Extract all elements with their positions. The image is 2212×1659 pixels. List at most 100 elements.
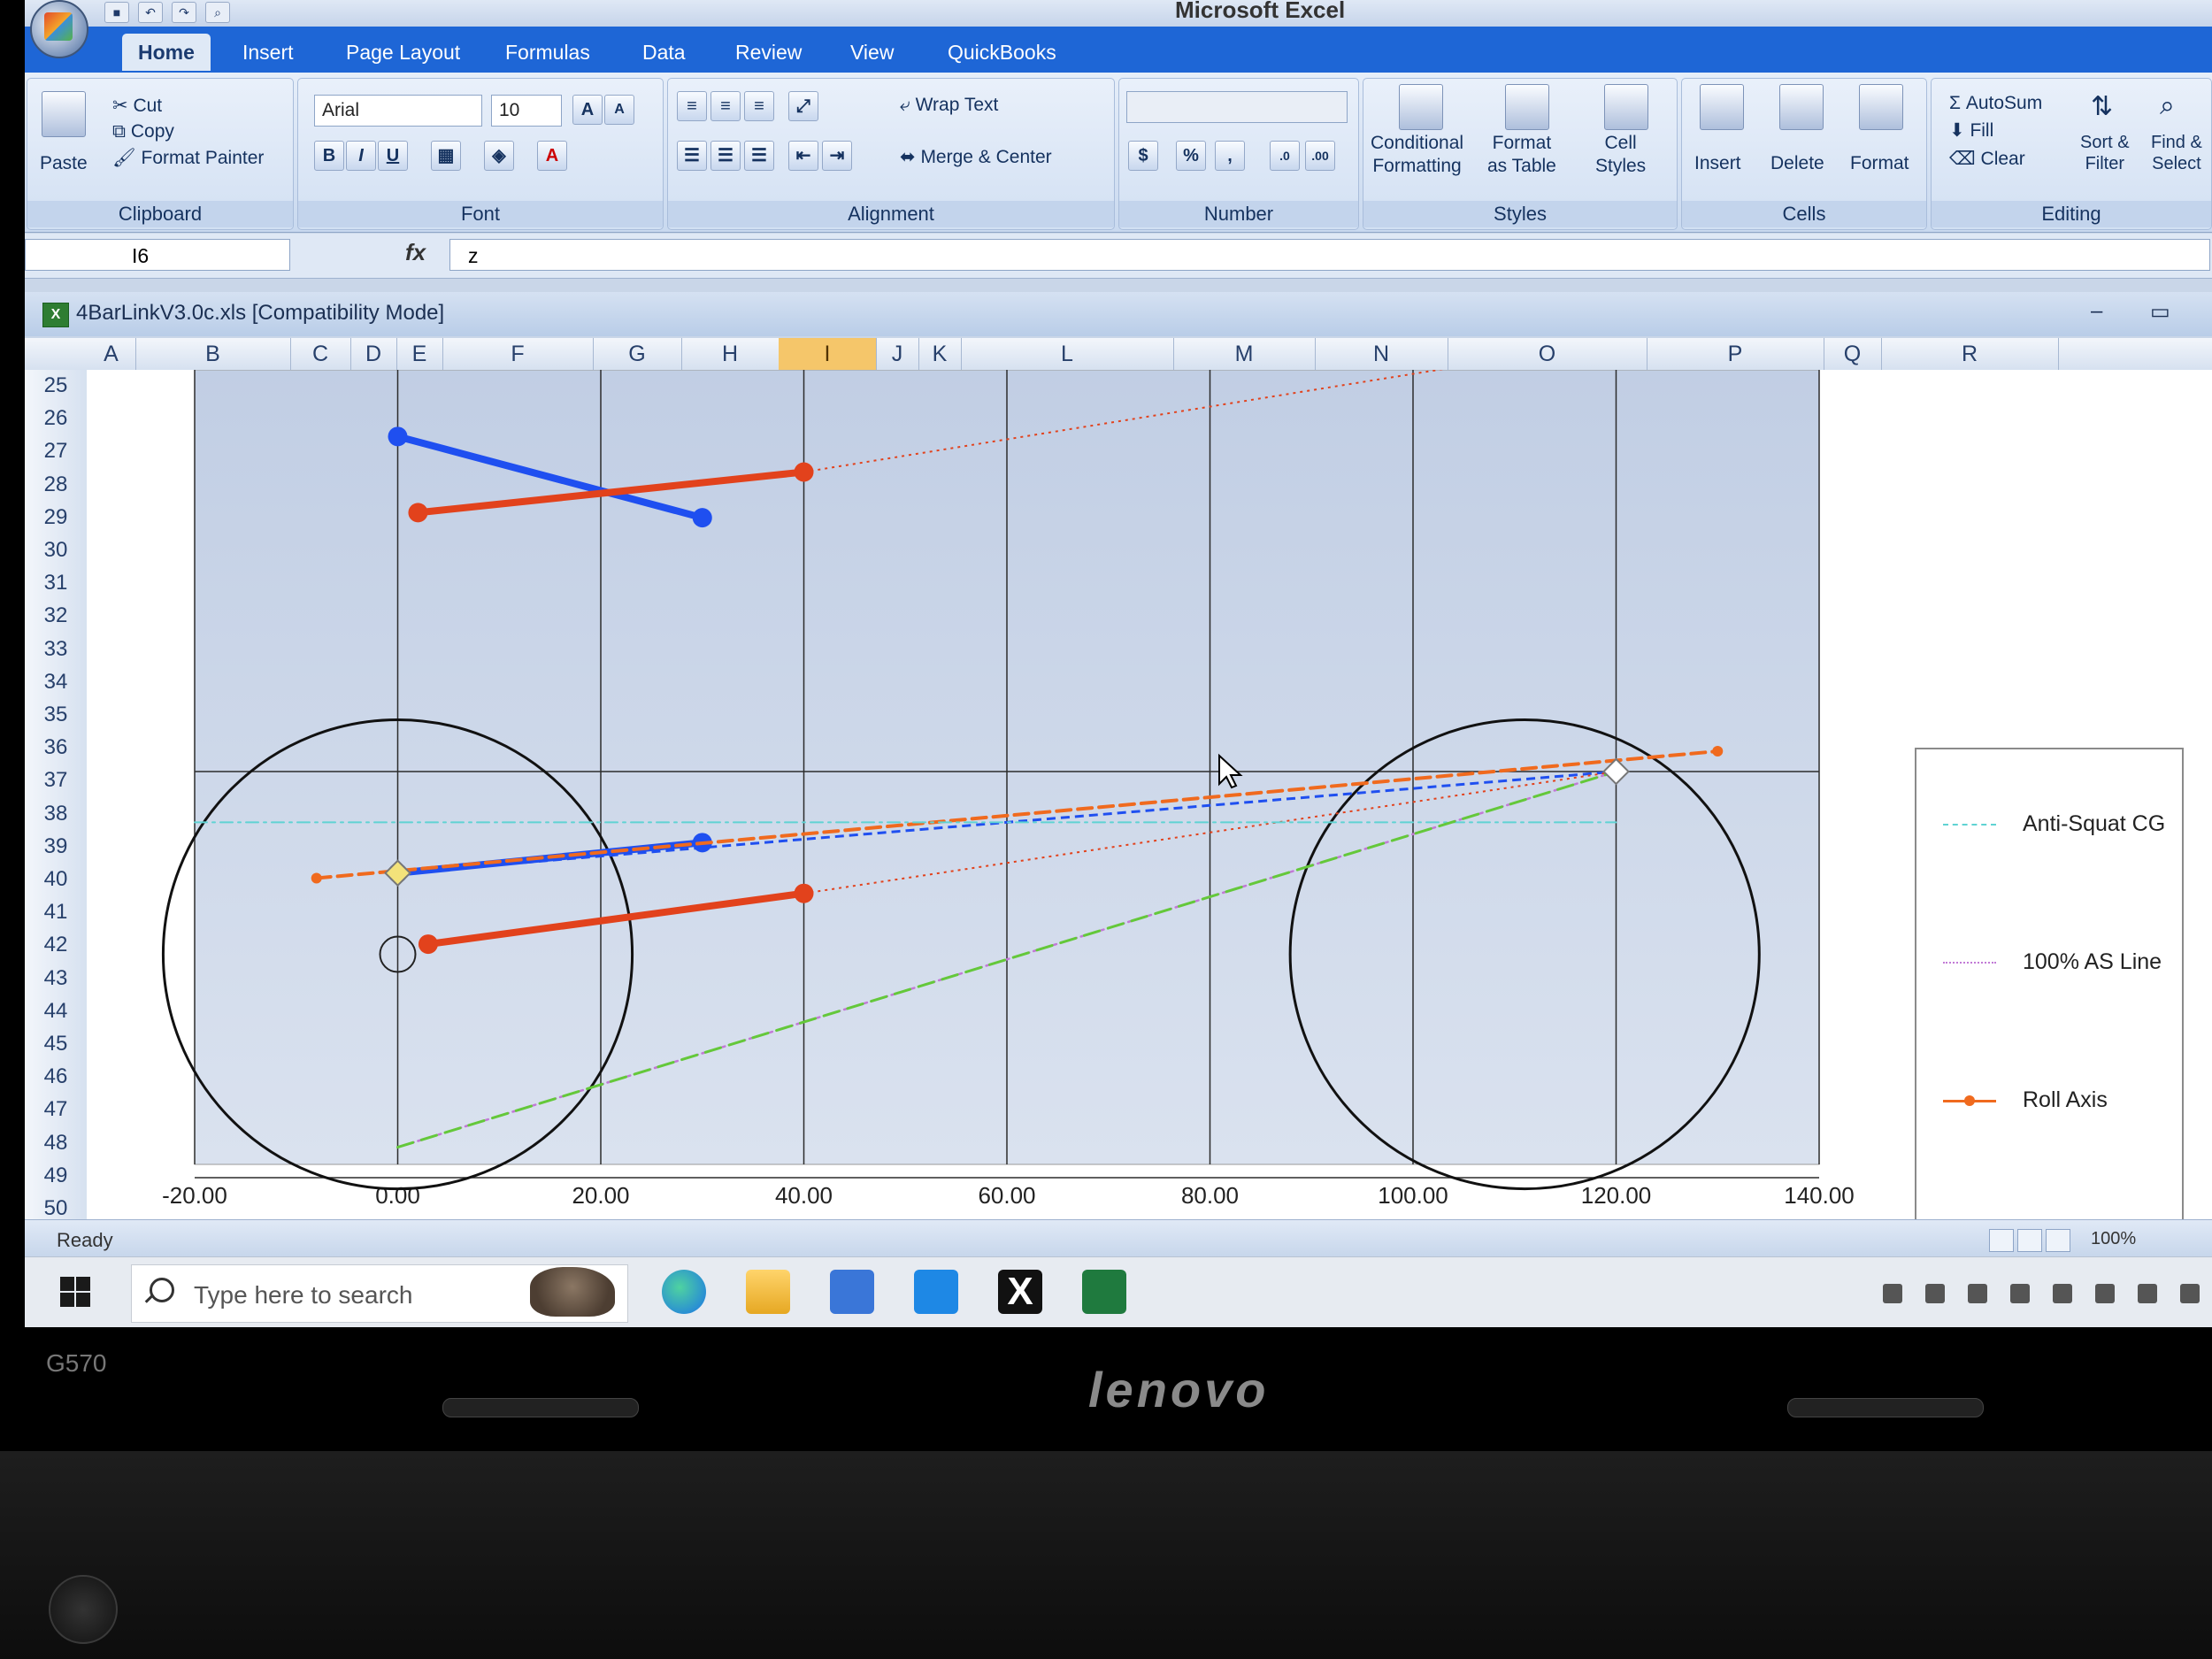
bold-button[interactable]: B <box>314 141 344 171</box>
row-header-25[interactable]: 25 <box>25 373 87 398</box>
tab-view[interactable]: View <box>834 34 910 71</box>
page-break-view-icon[interactable] <box>2046 1229 2070 1252</box>
formula-input[interactable]: z <box>449 239 2210 271</box>
align-top-icon[interactable]: ≡ <box>677 91 707 121</box>
delete-cells-icon[interactable] <box>1779 84 1824 130</box>
normal-view-icon[interactable] <box>1989 1229 2014 1252</box>
number-format-select[interactable] <box>1126 91 1348 123</box>
delete-cells-button[interactable]: Delete <box>1770 153 1824 174</box>
tab-review[interactable]: Review <box>719 34 818 71</box>
format-as-table-button[interactable]: Format as Table <box>1487 132 1556 178</box>
tray-security-icon[interactable] <box>1968 1284 1987 1303</box>
notepad-icon[interactable] <box>830 1270 874 1314</box>
column-header-d[interactable]: D <box>350 338 397 370</box>
insert-cells-button[interactable]: Insert <box>1694 153 1741 174</box>
align-middle-icon[interactable]: ≡ <box>710 91 741 121</box>
x-app-icon[interactable]: X <box>998 1270 1042 1314</box>
column-header-q[interactable]: Q <box>1824 338 1882 370</box>
row-header-42[interactable]: 42 <box>25 933 87 957</box>
paste-button[interactable]: Paste <box>40 153 88 174</box>
increase-indent-icon[interactable]: ⇥ <box>822 141 852 171</box>
mail-icon[interactable] <box>914 1270 958 1314</box>
tray-dropbox-icon[interactable] <box>1925 1284 1945 1303</box>
column-header-o[interactable]: O <box>1448 338 1647 370</box>
font-size-select[interactable]: 10 <box>491 95 562 127</box>
cell-styles-button[interactable]: Cell Styles <box>1595 132 1646 178</box>
column-header-i[interactable]: I <box>779 338 877 370</box>
row-header-50[interactable]: 50 <box>25 1196 87 1221</box>
page-layout-view-icon[interactable] <box>2017 1229 2042 1252</box>
row-header-46[interactable]: 46 <box>25 1064 87 1089</box>
borders-icon[interactable]: ▦ <box>431 141 461 171</box>
tray-display-icon[interactable] <box>2095 1284 2115 1303</box>
column-header-l[interactable]: L <box>961 338 1174 370</box>
tab-insert[interactable]: Insert <box>227 34 310 71</box>
format-as-table-icon[interactable] <box>1505 84 1549 130</box>
tab-data[interactable]: Data <box>626 34 702 71</box>
print-preview-icon[interactable]: ⌕ <box>205 2 230 23</box>
row-header-44[interactable]: 44 <box>25 999 87 1024</box>
comma-button[interactable]: , <box>1215 141 1245 171</box>
row-header-40[interactable]: 40 <box>25 867 87 892</box>
tab-home[interactable]: Home <box>122 34 211 71</box>
wrap-text-button[interactable]: ⤶ Wrap Text <box>900 95 998 116</box>
sort-filter-icon[interactable]: ⇅ <box>2091 91 2113 122</box>
row-header-33[interactable]: 33 <box>25 637 87 662</box>
row-header-27[interactable]: 27 <box>25 439 87 464</box>
redo-icon[interactable]: ↷ <box>172 2 196 23</box>
save-icon[interactable]: ■ <box>104 2 129 23</box>
row-header-28[interactable]: 28 <box>25 472 87 497</box>
column-header-g[interactable]: G <box>593 338 682 370</box>
binoculars-icon[interactable]: ⌕ <box>2160 91 2175 121</box>
tray-battery-icon[interactable] <box>2010 1284 2030 1303</box>
percent-button[interactable]: % <box>1176 141 1206 171</box>
clear-button[interactable]: ⌫ Clear <box>1949 148 2025 170</box>
cell-styles-icon[interactable] <box>1604 84 1648 130</box>
column-header-e[interactable]: E <box>396 338 443 370</box>
italic-button[interactable]: I <box>346 141 376 171</box>
tray-wifi-icon[interactable] <box>2180 1284 2200 1303</box>
column-header-h[interactable]: H <box>681 338 780 370</box>
font-color-icon[interactable]: A <box>537 141 567 171</box>
row-header-48[interactable]: 48 <box>25 1131 87 1156</box>
column-header-b[interactable]: B <box>135 338 291 370</box>
insert-cells-icon[interactable] <box>1700 84 1744 130</box>
column-header-f[interactable]: F <box>442 338 594 370</box>
fill-color-icon[interactable]: ◈ <box>484 141 514 171</box>
align-right-icon[interactable]: ☰ <box>744 141 774 171</box>
cut-button[interactable]: ✂ Cut <box>112 95 162 117</box>
taskbar-search[interactable]: Type here to search <box>131 1264 628 1323</box>
row-header-43[interactable]: 43 <box>25 966 87 991</box>
tab-page-layout[interactable]: Page Layout <box>330 34 476 71</box>
sort-filter-button[interactable]: Sort & Filter <box>2080 132 2130 174</box>
zoom-level[interactable]: 100% <box>2091 1229 2136 1249</box>
column-header-j[interactable]: J <box>876 338 919 370</box>
excel-taskbar-icon[interactable] <box>1082 1270 1126 1314</box>
tray-usb-icon[interactable] <box>2053 1284 2072 1303</box>
undo-icon[interactable]: ↶ <box>138 2 163 23</box>
tab-quickbooks[interactable]: QuickBooks <box>932 34 1072 71</box>
column-header-k[interactable]: K <box>918 338 962 370</box>
currency-button[interactable]: $ <box>1128 141 1158 171</box>
column-header-n[interactable]: N <box>1315 338 1448 370</box>
row-header-37[interactable]: 37 <box>25 768 87 793</box>
format-cells-button[interactable]: Format <box>1850 153 1909 174</box>
minimize-icon[interactable]: – <box>2091 299 2102 324</box>
grow-font-icon[interactable]: A <box>572 95 603 125</box>
chart[interactable]: -20.00 0.00 20.00 40.00 60.00 80.00 100.00 120.… <box>87 370 2212 1219</box>
merge-center-button[interactable]: ⬌ Merge & Center <box>900 146 1052 168</box>
row-header-31[interactable]: 31 <box>25 571 87 595</box>
column-header-a[interactable]: A <box>87 338 136 370</box>
row-header-49[interactable]: 49 <box>25 1164 87 1188</box>
power-button[interactable] <box>49 1575 118 1644</box>
row-header-35[interactable]: 35 <box>25 703 87 727</box>
align-left-icon[interactable]: ☰ <box>677 141 707 171</box>
conditional-formatting-button[interactable]: Conditional Formatting <box>1371 132 1463 178</box>
align-bottom-icon[interactable]: ≡ <box>744 91 774 121</box>
worksheet[interactable]: -20.00 0.00 20.00 40.00 60.00 80.00 100.00 120.… <box>87 370 2212 1327</box>
find-select-button[interactable]: Find & Select <box>2151 132 2202 174</box>
column-header-p[interactable]: P <box>1647 338 1824 370</box>
row-header-38[interactable]: 38 <box>25 802 87 826</box>
row-header-29[interactable]: 29 <box>25 505 87 530</box>
row-header-45[interactable]: 45 <box>25 1032 87 1056</box>
